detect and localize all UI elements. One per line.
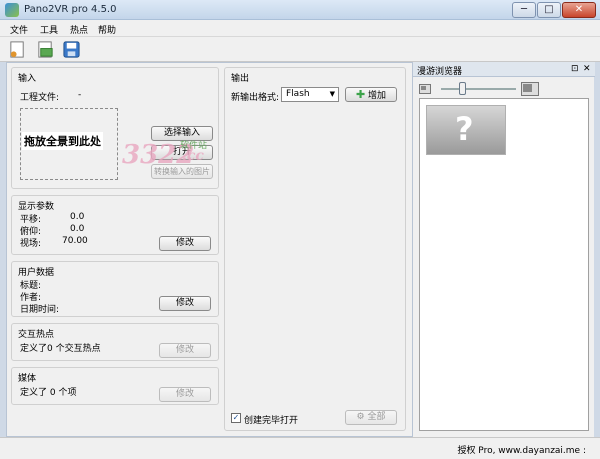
tour-browser-header: 漫游浏览器 ⊡ ✕ bbox=[413, 62, 595, 77]
title-bar: Pano2VR pro 4.5.0 ─ □ ✕ bbox=[0, 0, 600, 20]
fov-value: 70.00 bbox=[62, 236, 88, 246]
hotspots-modify-button[interactable]: 修改 bbox=[159, 343, 211, 358]
gear-icon: ⚙ bbox=[356, 412, 365, 422]
plus-icon: ✚ bbox=[355, 88, 366, 101]
add-format-label: 增加 bbox=[368, 91, 387, 101]
thumbnail-size-slider-track[interactable] bbox=[441, 88, 516, 90]
close-panel-icon[interactable]: ✕ bbox=[583, 64, 591, 74]
new-project-icon[interactable] bbox=[8, 40, 27, 59]
format-select-value: Flash bbox=[286, 89, 310, 99]
drop-zone-text: 拖放全景到此处 bbox=[22, 132, 103, 150]
media-title: 媒体 bbox=[18, 374, 37, 384]
chevron-down-icon: ▼ bbox=[329, 90, 335, 98]
watermark-tagline: 软件站 bbox=[180, 141, 208, 151]
open-after-label: 创建完毕打开 bbox=[244, 416, 299, 426]
format-select[interactable]: Flash ▼ bbox=[281, 87, 339, 102]
display-params-modify-button[interactable]: 修改 bbox=[159, 236, 211, 251]
datetime-label: 日期时间: bbox=[20, 305, 60, 315]
hotspots-summary: 定义了0 个交互热点 bbox=[20, 344, 101, 354]
media-group: 媒体 定义了 0 个项 修改 bbox=[11, 367, 219, 405]
menu-help[interactable]: 帮助 bbox=[98, 23, 116, 36]
display-params-title: 显示参数 bbox=[18, 202, 55, 212]
save-icon[interactable] bbox=[62, 40, 81, 59]
hotspots-title: 交互热点 bbox=[18, 330, 55, 340]
toolbar bbox=[0, 37, 600, 62]
menu-bar: 文件 工具 热点 帮助 bbox=[0, 20, 600, 37]
menu-file[interactable]: 文件 bbox=[10, 23, 28, 36]
add-format-button[interactable]: ✚ 增加 bbox=[345, 87, 397, 102]
user-data-modify-button[interactable]: 修改 bbox=[159, 296, 211, 311]
media-summary: 定义了 0 个项 bbox=[20, 388, 77, 398]
close-button[interactable]: ✕ bbox=[562, 2, 596, 18]
user-data-group: 用户数据 标题: 作者: 日期时间: 修改 bbox=[11, 261, 219, 317]
new-format-label: 新输出格式: bbox=[231, 93, 280, 103]
tour-browser-panel: 漫游浏览器 ⊡ ✕ ? bbox=[412, 62, 595, 437]
output-title: 输出 bbox=[231, 74, 250, 84]
minimize-button[interactable]: ─ bbox=[512, 2, 536, 18]
menu-tools[interactable]: 工具 bbox=[40, 23, 58, 36]
project-file-label: 工程文件: bbox=[20, 93, 60, 103]
window-title: Pano2VR pro 4.5.0 bbox=[24, 4, 117, 15]
question-mark-icon: ? bbox=[455, 110, 474, 148]
thumbnail-small-icon bbox=[419, 84, 431, 94]
tour-browser-view[interactable]: ? bbox=[419, 98, 589, 431]
build-all-button[interactable]: ⚙ 全部 bbox=[345, 410, 397, 425]
maximize-button[interactable]: □ bbox=[537, 2, 561, 18]
fov-label: 视场: bbox=[20, 239, 42, 249]
media-modify-button[interactable]: 修改 bbox=[159, 387, 211, 402]
tour-browser-title: 漫游浏览器 bbox=[417, 67, 463, 77]
pan-value: 0.0 bbox=[70, 212, 85, 222]
panorama-thumbnail[interactable]: ? bbox=[426, 105, 506, 155]
status-bar: 授权 Pro, www.dayanzai.me : bbox=[0, 437, 600, 459]
hotspots-group: 交互热点 定义了0 个交互热点 修改 bbox=[11, 323, 219, 361]
thumbnail-large-icon bbox=[521, 82, 539, 96]
build-all-label: 全部 bbox=[367, 412, 386, 422]
open-project-icon[interactable] bbox=[36, 40, 55, 59]
license-status: 授权 Pro, www.dayanzai.me : bbox=[457, 446, 586, 456]
input-group: 输入 工程文件: - 拖放全景到此处 选择输入 打开 转换输入的图片 3322 … bbox=[11, 67, 219, 189]
project-file-value: - bbox=[78, 90, 82, 100]
thumbnail-size-slider-handle[interactable] bbox=[459, 82, 466, 95]
user-data-title: 用户数据 bbox=[18, 268, 55, 278]
display-params-group: 显示参数 平移: 0.0 俯仰: 0.0 视场: 70.00 修改 bbox=[11, 195, 219, 255]
pin-icon[interactable]: ⊡ bbox=[571, 64, 579, 74]
output-group: 输出 新输出格式: Flash ▼ ✚ 增加 ✓ 创建完毕打开 ⚙ 全部 bbox=[224, 67, 406, 431]
open-after-checkbox[interactable]: ✓ bbox=[231, 413, 241, 423]
input-group-title: 输入 bbox=[18, 74, 37, 84]
app-icon bbox=[5, 3, 19, 17]
tilt-value: 0.0 bbox=[70, 224, 85, 234]
menu-hotspots[interactable]: 热点 bbox=[70, 23, 88, 36]
